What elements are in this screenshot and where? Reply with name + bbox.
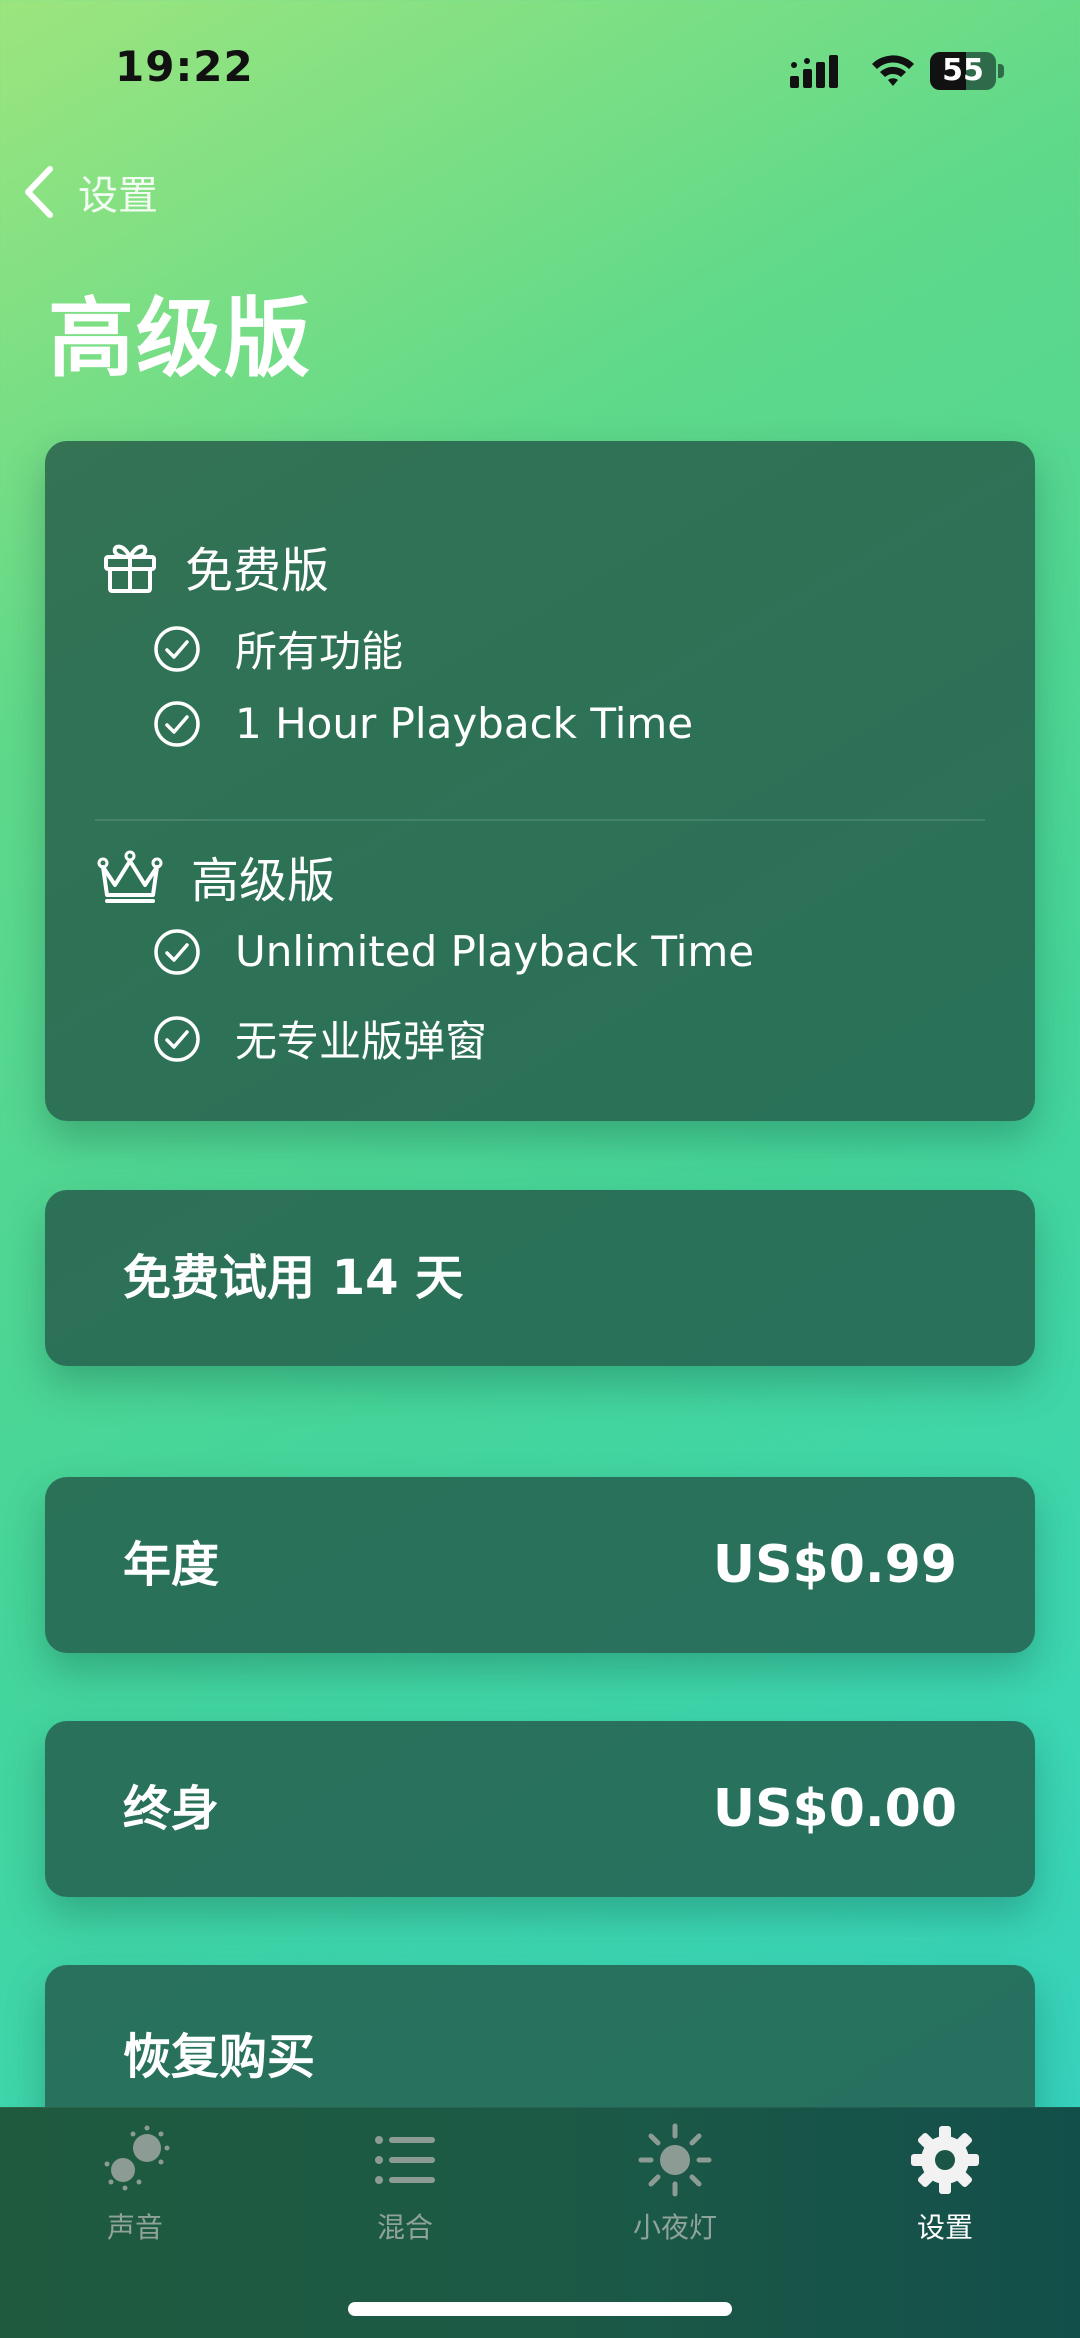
checkmark-circle-icon: [154, 928, 200, 975]
list-icon: [375, 2136, 435, 2184]
tab-settings[interactable]: 设置: [845, 2120, 1045, 2260]
chevron-left-icon: [25, 166, 53, 218]
plan-price: US$0.99: [712, 1535, 957, 1595]
gear-icon: [911, 2126, 979, 2194]
checkmark-circle-icon: [154, 625, 200, 672]
free-tier-title: 免费版: [185, 543, 330, 599]
feature-text: 所有功能: [235, 627, 404, 676]
wifi-icon: [872, 55, 914, 86]
plan-price: US$0.00: [712, 1779, 957, 1839]
feature-text: 1 Hour Playback Time: [235, 699, 694, 748]
feature-item: 所有功能: [153, 618, 403, 679]
plan-annual-button[interactable]: 年度 US$0.99: [45, 1477, 1035, 1653]
tab-sound[interactable]: 声音: [35, 2120, 235, 2260]
battery-indicator: 55: [930, 52, 1006, 90]
plan-lifetime-button[interactable]: 终身 US$0.00: [45, 1721, 1035, 1897]
feature-text: 无专业版弹窗: [235, 1017, 488, 1066]
features-card: 免费版 所有功能 1 Hour Playback Time 高级版 Unlimi: [45, 441, 1035, 1121]
page-title: 高级版: [48, 289, 312, 389]
checkmark-circle-icon: [154, 1015, 200, 1062]
checkmark-circle-icon: [154, 700, 200, 747]
divider: [95, 819, 985, 821]
gift-icon: [104, 544, 156, 593]
tab-nightlight[interactable]: 小夜灯: [575, 2120, 775, 2260]
sun-icon: [638, 2123, 712, 2197]
feature-item: 无专业版弹窗: [153, 1008, 487, 1069]
free-trial-button[interactable]: 免费试用 14 天: [45, 1190, 1035, 1366]
cellular-signal-icon: [790, 55, 838, 88]
back-button[interactable]: 设置: [22, 162, 158, 222]
tab-mix[interactable]: 混合: [305, 2120, 505, 2260]
plan-label: 终身: [123, 1781, 220, 1837]
home-indicator: [348, 2302, 732, 2316]
feature-item: Unlimited Playback Time: [153, 927, 754, 976]
tab-label: 混合: [376, 2211, 433, 2244]
premium-tier-title: 高级版: [191, 853, 336, 909]
plan-label: 年度: [123, 1537, 220, 1593]
battery-percent: 55: [942, 53, 984, 88]
tab-label: 声音: [106, 2211, 163, 2244]
back-label: 设置: [78, 173, 158, 219]
crown-icon: [97, 850, 163, 903]
tab-label: 小夜灯: [632, 2211, 717, 2244]
free-trial-label: 免费试用 14 天: [123, 1250, 464, 1306]
premium-tier-header: 高级版: [95, 841, 335, 911]
feature-item: 1 Hour Playback Time: [153, 699, 693, 748]
free-tier-header: 免费版: [101, 531, 329, 601]
tab-label: 设置: [916, 2211, 973, 2244]
status-time: 19:22: [115, 42, 254, 91]
feature-text: Unlimited Playback Time: [235, 927, 755, 976]
sound-bubbles-icon: [104, 2125, 170, 2191]
